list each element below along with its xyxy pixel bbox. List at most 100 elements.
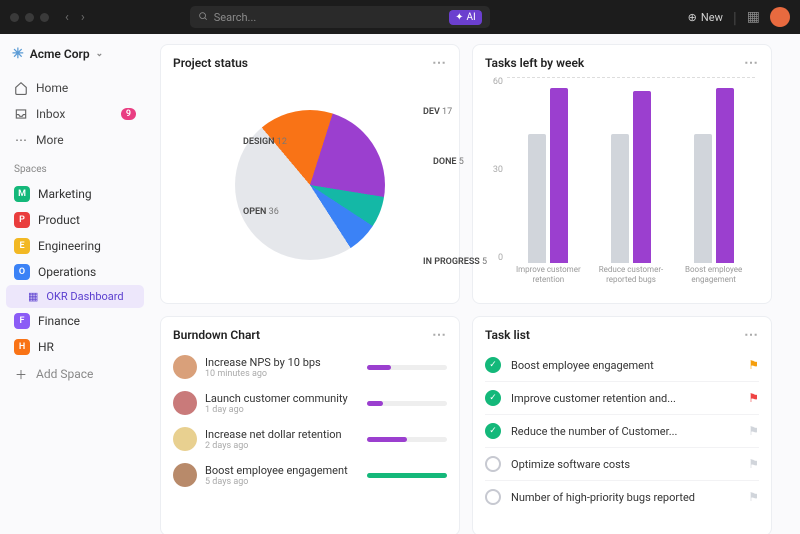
card-title: Tasks left by week bbox=[485, 56, 584, 70]
burndown-title: Launch customer community bbox=[205, 392, 359, 405]
burndown-time: 5 days ago bbox=[205, 477, 359, 487]
bar-group bbox=[694, 88, 734, 263]
burndown-item[interactable]: Launch customer community1 day ago bbox=[173, 385, 447, 421]
bar-category-label: Improve customer retention bbox=[513, 265, 583, 293]
pie-label: IN PROGRESS 5 bbox=[423, 257, 487, 267]
task-title: Optimize software costs bbox=[511, 458, 630, 471]
flag-icon[interactable]: ⚑ bbox=[748, 490, 759, 504]
plus-icon: ＋ bbox=[14, 367, 28, 381]
more-icon: ⋯ bbox=[14, 133, 28, 147]
task-title: Improve customer retention and... bbox=[511, 392, 676, 405]
chevron-down-icon: ⌄ bbox=[96, 49, 104, 59]
avatar bbox=[173, 391, 197, 415]
add-space-button[interactable]: ＋ Add Space bbox=[6, 362, 144, 386]
check-done-icon[interactable]: ✓ bbox=[485, 357, 501, 373]
user-avatar[interactable] bbox=[770, 7, 790, 27]
dashboard-icon: ▦ bbox=[28, 290, 38, 303]
task-item[interactable]: ✓ Improve customer retention and... ⚑ bbox=[485, 381, 759, 414]
task-item[interactable]: Optimize software costs ⚑ bbox=[485, 447, 759, 480]
space-label: Finance bbox=[38, 314, 80, 328]
burndown-time: 1 day ago bbox=[205, 405, 359, 415]
card-title: Project status bbox=[173, 56, 248, 70]
space-item-hr[interactable]: H HR bbox=[6, 334, 144, 360]
nav-home[interactable]: Home bbox=[6, 76, 144, 100]
burndown-item[interactable]: Increase NPS by 10 bps10 minutes ago bbox=[173, 349, 447, 385]
nav-more[interactable]: ⋯ More bbox=[6, 128, 144, 152]
workspace-switcher[interactable]: ✳ Acme Corp ⌄ bbox=[6, 42, 144, 66]
new-button[interactable]: ⊕ New bbox=[688, 11, 723, 24]
flag-icon[interactable]: ⚑ bbox=[748, 358, 759, 372]
bar-category-label: Reduce customer-reported bugs bbox=[596, 265, 666, 293]
bar-category-label: Boost employee engagement bbox=[679, 265, 749, 293]
space-icon: H bbox=[14, 339, 30, 355]
progress-bar bbox=[367, 365, 447, 370]
pie-label: DEV 17 bbox=[423, 107, 452, 117]
project-status-card: Project status ⋯ DESIGN 12DEV 17DONE 5IN… bbox=[160, 44, 460, 304]
main: Project status ⋯ DESIGN 12DEV 17DONE 5IN… bbox=[150, 34, 800, 534]
flag-icon[interactable]: ⚑ bbox=[748, 391, 759, 405]
progress-bar bbox=[367, 401, 447, 406]
avatar bbox=[173, 427, 197, 451]
pie-label: DESIGN 12 bbox=[243, 137, 287, 147]
bar-group bbox=[611, 91, 651, 263]
card-title: Burndown Chart bbox=[173, 328, 260, 342]
check-open-icon[interactable] bbox=[485, 489, 501, 505]
progress-bar bbox=[367, 473, 447, 478]
card-title: Task list bbox=[485, 328, 530, 342]
bar-group bbox=[528, 88, 568, 263]
space-item-marketing[interactable]: MMarketing bbox=[6, 181, 144, 207]
apps-grid-icon[interactable]: ▦ bbox=[747, 9, 760, 25]
burndown-title: Increase net dollar retention bbox=[205, 428, 359, 441]
ai-button[interactable]: ✦ AI bbox=[449, 10, 482, 25]
progress-bar bbox=[367, 437, 447, 442]
space-item-engineering[interactable]: E Engineering bbox=[6, 233, 144, 259]
card-menu-button[interactable]: ⋯ bbox=[432, 327, 447, 343]
space-label: Product bbox=[38, 213, 80, 227]
avatar bbox=[173, 463, 197, 487]
space-label: HR bbox=[38, 340, 54, 354]
back-button[interactable]: ‹ bbox=[63, 10, 71, 25]
burndown-title: Increase NPS by 10 bps bbox=[205, 356, 359, 369]
card-menu-button[interactable]: ⋯ bbox=[744, 55, 759, 71]
sidebar-okr-dashboard[interactable]: ▦OKR Dashboard bbox=[6, 285, 144, 308]
check-done-icon[interactable]: ✓ bbox=[485, 423, 501, 439]
task-item[interactable]: ✓Reduce the number of Customer...⚑ bbox=[485, 414, 759, 447]
search-placeholder: Search... bbox=[214, 11, 257, 24]
home-icon bbox=[14, 81, 28, 95]
space-label: Operations bbox=[38, 265, 96, 279]
card-menu-button[interactable]: ⋯ bbox=[432, 55, 447, 71]
task-item[interactable]: Number of high-priority bugs reported ⚑ bbox=[485, 480, 759, 513]
space-label: Engineering bbox=[38, 239, 101, 253]
tasks-left-card: Tasks left by week ⋯ 60300 Improve custo… bbox=[472, 44, 772, 304]
burndown-time: 2 days ago bbox=[205, 441, 359, 451]
burndown-item[interactable]: Boost employee engagement5 days ago bbox=[173, 457, 447, 493]
inbox-badge: 9 bbox=[121, 108, 136, 120]
task-title: Number of high-priority bugs reported bbox=[511, 491, 695, 504]
burndown-time: 10 minutes ago bbox=[205, 369, 359, 379]
inbox-icon bbox=[14, 107, 28, 121]
task-title: Boost employee engagement bbox=[511, 359, 654, 372]
space-item-operations[interactable]: O Operations bbox=[6, 259, 144, 285]
flag-icon[interactable]: ⚑ bbox=[748, 457, 759, 471]
burndown-item[interactable]: Increase net dollar retention2 days ago bbox=[173, 421, 447, 457]
space-item-product[interactable]: P Product bbox=[6, 207, 144, 233]
search-icon bbox=[198, 11, 208, 24]
space-icon: E bbox=[14, 238, 30, 254]
sidebar: ✳ Acme Corp ⌄ Home Inbox 9 ⋯ More Spaces… bbox=[0, 34, 150, 534]
check-done-icon[interactable]: ✓ bbox=[485, 390, 501, 406]
space-icon: O bbox=[14, 264, 30, 280]
task-item[interactable]: ✓ Boost employee engagement ⚑ bbox=[485, 349, 759, 381]
search-input[interactable]: Search... ✦ AI bbox=[190, 6, 490, 28]
nav-inbox[interactable]: Inbox 9 bbox=[6, 102, 144, 126]
check-open-icon[interactable] bbox=[485, 456, 501, 472]
flag-icon[interactable]: ⚑ bbox=[748, 424, 759, 438]
space-icon: F bbox=[14, 313, 30, 329]
burndown-title: Boost employee engagement bbox=[205, 464, 359, 477]
window-controls[interactable] bbox=[10, 13, 49, 22]
space-item-finance[interactable]: F Finance bbox=[6, 308, 144, 334]
card-menu-button[interactable]: ⋯ bbox=[744, 327, 759, 343]
bar-chart: 60300 Improve customer retentionReduce c… bbox=[485, 77, 759, 293]
forward-button[interactable]: › bbox=[79, 10, 87, 25]
space-icon: P bbox=[14, 212, 30, 228]
pie-chart: DESIGN 12DEV 17DONE 5IN PROGRESS 5OPEN 3… bbox=[173, 77, 447, 293]
